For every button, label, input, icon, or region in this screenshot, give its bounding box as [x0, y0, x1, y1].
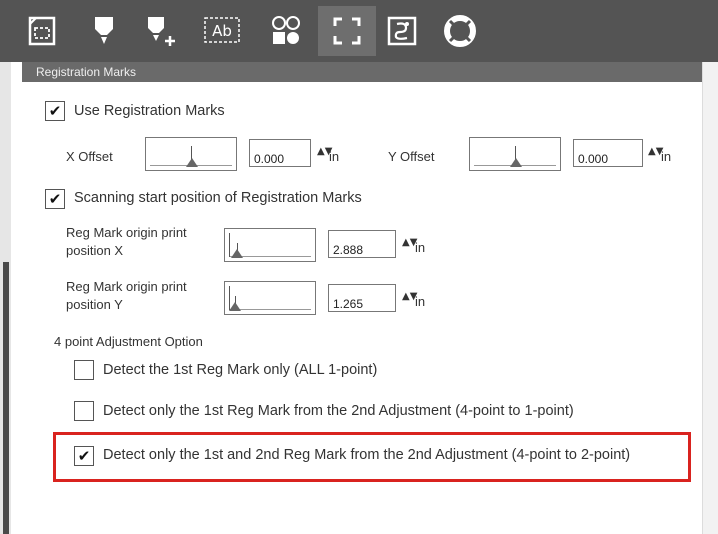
vertical-scrollbar[interactable] — [702, 62, 718, 534]
scan-start-label: Scanning start position of Registration … — [74, 190, 362, 206]
use-reg-marks-checkbox[interactable]: ✔ — [45, 101, 65, 121]
check-icon: ✔ — [48, 189, 62, 208]
origin-y-input[interactable]: 1.265 — [328, 284, 396, 312]
pen-add-icon — [148, 17, 175, 46]
y-offset-slider[interactable] — [469, 137, 561, 171]
origin-y-label-line2: position Y — [66, 297, 123, 312]
check-icon: ✔ — [48, 101, 62, 120]
adjustment-option-2-checkbox[interactable] — [74, 401, 94, 421]
origin-x-spinner-icon[interactable]: ▲▼ — [402, 238, 417, 248]
page-setup-icon — [28, 16, 56, 46]
registration-marks-icon — [333, 17, 361, 45]
use-reg-marks-label: Use Registration Marks — [74, 103, 225, 119]
adjustment-option-2-label: Detect only the 1st Reg Mark from the 2n… — [103, 403, 574, 419]
trace-button[interactable] — [380, 6, 424, 56]
origin-x-slider-knob[interactable] — [231, 249, 243, 258]
help-button[interactable] — [438, 6, 482, 56]
x-offset-slider[interactable] — [145, 137, 237, 171]
y-offset-label: Y Offset — [388, 149, 435, 164]
origin-x-label-line1: Reg Mark origin print — [66, 225, 187, 240]
origin-y-spinner-icon[interactable]: ▲▼ — [402, 292, 417, 302]
left-scroll-strip — [0, 62, 11, 534]
origin-y-label-line1: Reg Mark origin print — [66, 279, 187, 294]
page-setup-button[interactable] — [20, 6, 64, 56]
origin-x-unit: in — [415, 240, 426, 255]
text-button[interactable]: Ab — [200, 6, 244, 56]
x-offset-input[interactable]: 0.000 — [249, 139, 311, 167]
add-pen-button[interactable] — [140, 6, 184, 56]
section-title: Registration Marks — [22, 62, 702, 82]
toolbar: Ab — [0, 0, 718, 62]
registration-marks-button[interactable] — [318, 6, 376, 56]
shapes-button[interactable] — [264, 6, 308, 56]
origin-y-slider[interactable] — [224, 281, 316, 315]
y-offset-spinner-icon[interactable]: ▲▼ — [648, 147, 663, 157]
x-offset-spinner-icon[interactable]: ▲▼ — [317, 147, 332, 157]
origin-x-slider[interactable] — [224, 228, 316, 262]
help-lifebuoy-icon — [444, 15, 476, 47]
highlight-box — [53, 432, 691, 482]
x-offset-slider-knob[interactable] — [186, 158, 198, 167]
trace-icon — [387, 16, 417, 46]
scan-start-checkbox[interactable]: ✔ — [45, 189, 65, 209]
origin-y-slider-knob[interactable] — [229, 302, 241, 311]
left-scroll-thumb[interactable] — [3, 262, 9, 534]
y-offset-unit: in — [661, 149, 672, 164]
x-offset-unit: in — [329, 149, 340, 164]
shapes-icon — [272, 16, 300, 44]
text-ab-icon: Ab — [204, 17, 240, 43]
pen-icon — [95, 17, 113, 44]
origin-x-input[interactable]: 2.888 — [328, 230, 396, 258]
adjustment-heading: 4 point Adjustment Option — [54, 334, 203, 349]
pen-button[interactable] — [82, 6, 126, 56]
y-offset-slider-knob[interactable] — [510, 158, 522, 167]
x-offset-label: X Offset — [66, 149, 113, 164]
text-ab-glyph: Ab — [212, 22, 232, 40]
origin-x-label-line2: position X — [66, 243, 124, 258]
origin-y-unit: in — [415, 294, 426, 309]
adjustment-option-1-checkbox[interactable] — [74, 360, 94, 380]
adjustment-option-1-label: Detect the 1st Reg Mark only (ALL 1-poin… — [103, 362, 378, 378]
y-offset-input[interactable]: 0.000 — [573, 139, 643, 167]
